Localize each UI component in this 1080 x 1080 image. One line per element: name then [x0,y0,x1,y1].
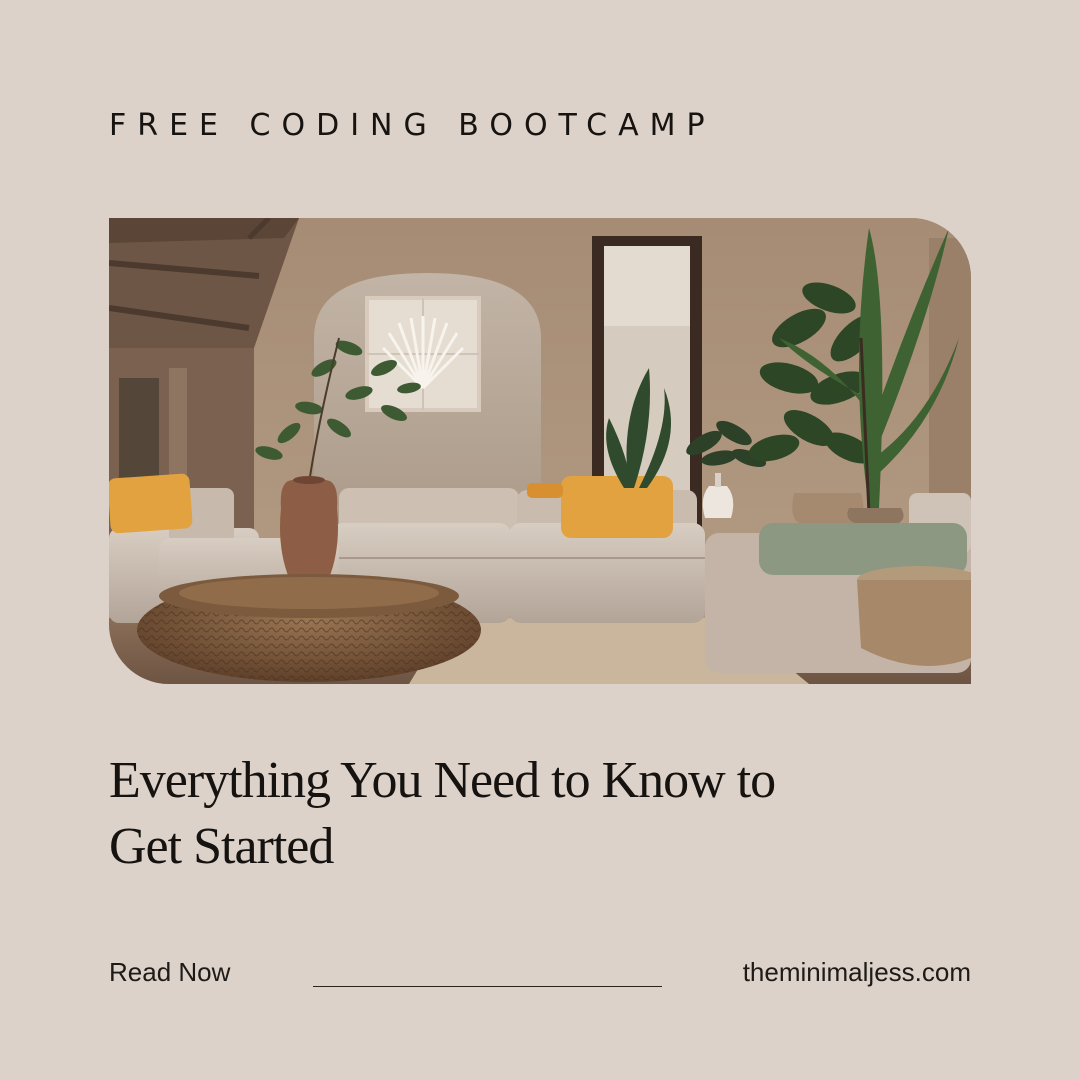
headline-line-2: Get Started [109,818,334,875]
headline: Everything You Need to Know to Get Start… [109,748,969,880]
read-now-link[interactable]: Read Now [109,956,230,988]
headline-line-1: Everything You Need to Know to [109,752,776,809]
website-label: theminimaljess.com [742,957,971,987]
living-room-photo [109,218,971,684]
hero-image [109,218,971,684]
divider-line [313,986,662,987]
eyebrow-title: FREE CODING BOOTCAMP [109,108,716,143]
